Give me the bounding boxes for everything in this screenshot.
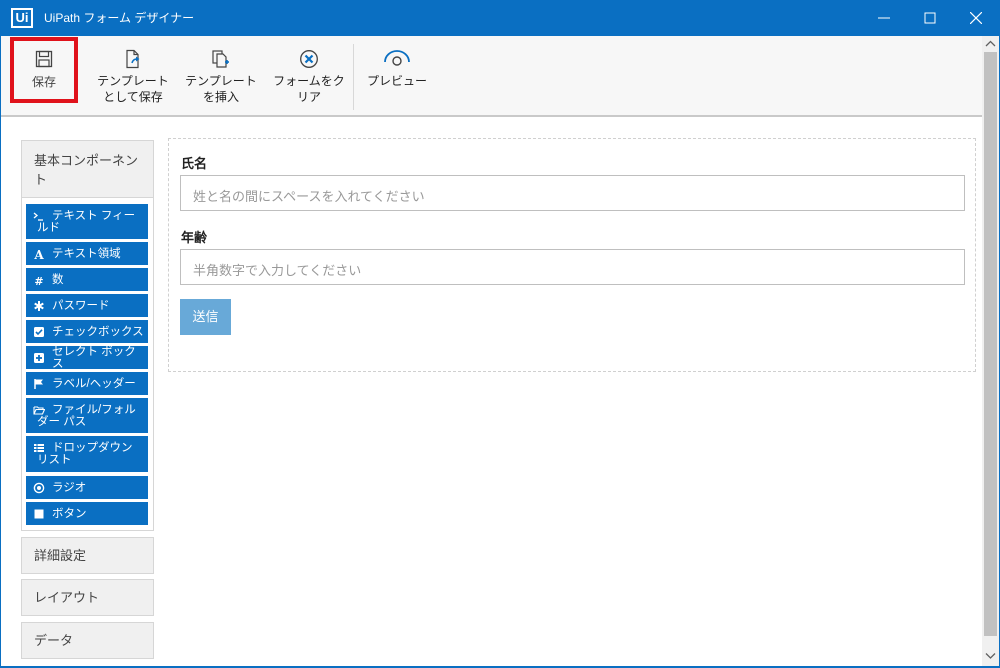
component-text-area[interactable]: A テキスト領域 [26,242,148,265]
component-label: ファイル/フォルダー パス [37,404,136,428]
flag-icon [34,378,43,389]
accordion-advanced-title: 詳細設定 [34,548,87,563]
component-file-folder-path[interactable]: ファイル/フォルダー パス [26,398,148,433]
stop-square-icon [34,509,44,518]
maximize-button[interactable] [908,0,954,36]
component-label-header[interactable]: ラベル/ヘッダー [26,372,148,395]
save-button[interactable]: 保存 [10,37,78,103]
window-frame-left [0,36,1,668]
toolbar-separator [353,44,354,110]
component-label: パスワード [52,299,110,312]
age-field-label: 年齢 [181,230,208,245]
radio-icon [33,482,45,493]
component-label: テキスト領域 [52,247,121,260]
save-label: 保存 [31,75,56,89]
hash-icon: # [34,275,43,286]
accordion-data-title: データ [34,633,74,648]
accordion-data[interactable]: データ [21,622,154,659]
floppy-disk-icon [35,50,53,68]
minimize-button[interactable] [862,0,908,36]
maximize-icon [924,12,936,24]
scrollbar-thumb[interactable] [984,52,997,636]
age-input-placeholder: 半角数字で入力してください [193,263,362,278]
app-logo: Ui [11,8,33,28]
name-input[interactable]: 姓と名の間にスペースを入れてください [180,175,965,211]
component-label: チェックボックス [52,325,144,338]
file-export-icon [126,49,140,69]
component-label: セレクト ボックス [52,345,136,370]
plus-square-icon [34,352,44,363]
scroll-up-arrow-icon[interactable] [985,40,996,48]
insert-template-button[interactable]: テンプレート を挿入 [181,36,261,116]
save-as-template-label: テンプレート として保存 [97,74,169,104]
component-dropdown-list[interactable]: ドロップダウン リスト [26,436,148,472]
clear-circle-icon [300,50,318,68]
name-input-placeholder: 姓と名の間にスペースを入れてください [193,189,425,204]
checkbox-icon [34,326,44,337]
component-checkbox[interactable]: チェックボックス [26,320,148,343]
age-input[interactable]: 半角数字で入力してください [180,249,965,285]
preview-label: プレビュー [366,74,427,88]
copy-plus-icon [212,50,229,68]
component-text-field[interactable]: テキスト フィールド [26,204,148,239]
close-icon [970,12,982,24]
clear-form-label: フォームをク リア [273,74,345,104]
component-select-box[interactable]: セレクト ボックス [26,345,148,370]
svg-text:A: A [33,248,44,260]
component-radio[interactable]: ラジオ [26,476,148,499]
clear-form-button[interactable]: フォームをク リア [269,36,349,116]
component-button[interactable]: ボタン [26,502,148,525]
asterisk-icon [34,300,44,311]
component-label: ラジオ [52,481,87,494]
accordion-layout[interactable]: レイアウト [21,579,154,616]
submit-button[interactable]: 送信 [180,299,231,335]
component-label: 数 [52,273,64,286]
preview-button[interactable]: プレビュー [359,36,435,116]
insert-template-label: テンプレート を挿入 [185,74,257,104]
component-label: ラベル/ヘッダー [52,377,136,390]
name-field-label: 氏名 [181,156,208,171]
toolbar: 保存 テンプレート として保存 テンプレート を挿入 フォームをク リア プレビ… [1,36,982,117]
close-button[interactable] [954,0,1000,36]
component-label: テキスト フィールド [37,210,136,234]
accordion-layout-title: レイアウト [34,590,100,605]
scroll-down-arrow-icon[interactable] [985,652,996,660]
save-as-template-button[interactable]: テンプレート として保存 [93,36,173,116]
window-title: UiPath フォーム デザイナー [44,11,195,25]
component-label: ドロップダウン リスト [37,442,133,466]
eye-preview-icon [384,50,410,66]
accordion-basic-title[interactable]: 基本コンポーネント [34,151,144,189]
title-bar: Ui UiPath フォーム デザイナー [0,0,1000,36]
component-password[interactable]: パスワード [26,294,148,317]
component-label: ボタン [52,507,87,520]
component-number[interactable]: # 数 [26,268,148,291]
svg-text:#: # [34,275,43,286]
minimize-icon [878,17,890,19]
font-a-icon: A [33,248,44,260]
accordion-advanced[interactable]: 詳細設定 [21,537,154,574]
